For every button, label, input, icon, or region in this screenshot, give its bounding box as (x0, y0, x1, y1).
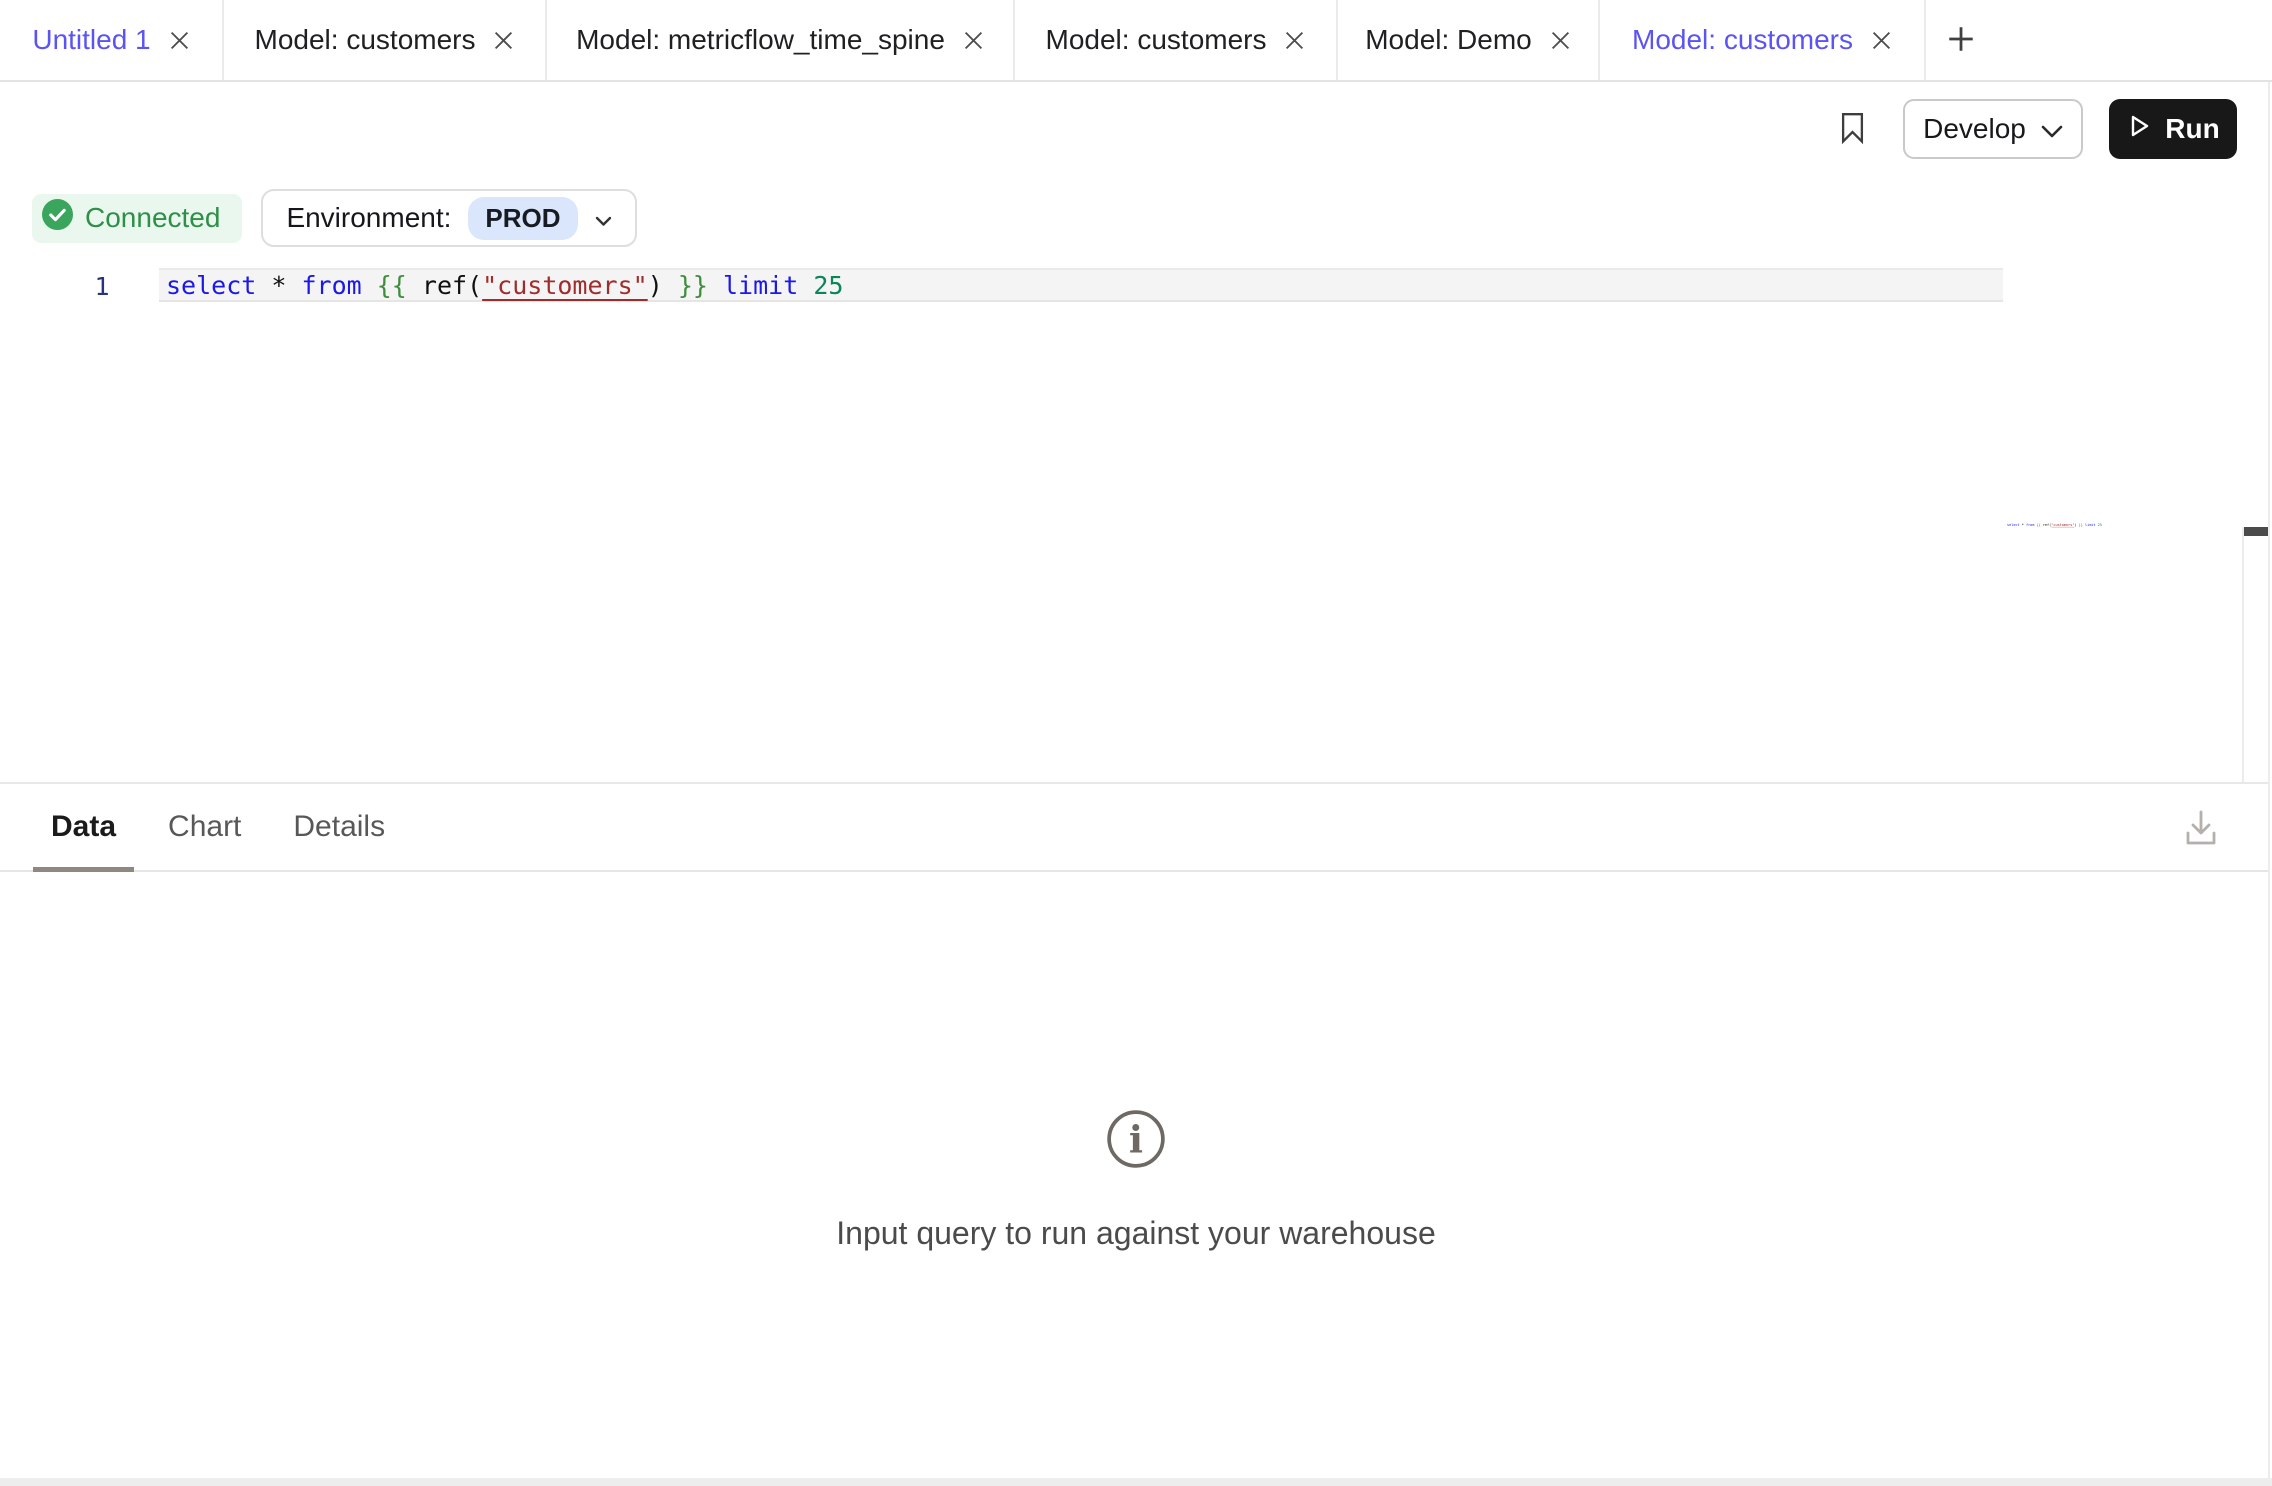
connection-status-badge: Connected (32, 194, 242, 243)
editor-toolbar: Develop Run (0, 84, 2272, 174)
code-token: ) (648, 271, 678, 300)
empty-state: i Input query to run against your wareho… (0, 1108, 2272, 1252)
chevron-down-icon (595, 202, 612, 234)
environment-selector[interactable]: Environment: PROD (261, 189, 636, 247)
chevron-down-icon (2041, 113, 2063, 145)
code-token: ref( (407, 271, 482, 300)
close-tab-icon[interactable] (1284, 30, 1305, 51)
download-results-button[interactable] (2182, 806, 2220, 851)
tab-label: Model: metricflow_time_spine (576, 24, 945, 56)
code-token: limit (723, 271, 798, 300)
close-tab-icon[interactable] (493, 30, 514, 51)
develop-button-label: Develop (1923, 113, 2026, 145)
status-row: Connected Environment: PROD (32, 189, 637, 247)
new-tab-button[interactable] (1926, 0, 1996, 80)
code-token: from (301, 271, 361, 300)
close-tab-icon[interactable] (1550, 30, 1571, 51)
code-token (798, 271, 813, 300)
line-number: 1 (84, 272, 120, 301)
tab-chart[interactable]: Chart (150, 784, 259, 870)
environment-value-pill: PROD (468, 197, 577, 240)
connection-status-label: Connected (85, 202, 220, 234)
download-icon (2182, 836, 2220, 851)
tab-model-customers-1[interactable]: Model: customers (224, 0, 547, 80)
run-button-label: Run (2165, 113, 2219, 145)
results-tab-label: Data (51, 810, 116, 844)
results-tab-bar: Data Chart Details (0, 784, 2272, 872)
results-tab-label: Details (293, 810, 385, 844)
info-circle-icon: i (1105, 1108, 1167, 1175)
code-token (362, 271, 377, 300)
bottom-divider (0, 1478, 2272, 1486)
tab-model-customers-2[interactable]: Model: customers (1015, 0, 1338, 80)
code-token: * (256, 271, 301, 300)
tab-label: Untitled 1 (32, 24, 150, 56)
develop-button[interactable]: Develop (1903, 99, 2083, 159)
scrollbar-thumb[interactable] (2244, 527, 2269, 536)
close-tab-icon[interactable] (963, 30, 984, 51)
tab-label: Model: customers (255, 24, 476, 56)
check-circle-icon (42, 199, 73, 237)
tab-bar: Untitled 1 Model: customers Model: metri… (0, 0, 2272, 82)
close-tab-icon[interactable] (169, 30, 190, 51)
bookmark-icon (1840, 111, 1865, 148)
tab-details[interactable]: Details (275, 784, 403, 870)
tab-data[interactable]: Data (33, 784, 134, 870)
play-icon (2126, 112, 2152, 147)
plus-icon (1945, 23, 1977, 58)
tab-model-demo[interactable]: Model: Demo (1338, 0, 1600, 80)
results-tab-label: Chart (168, 810, 241, 844)
code-token (708, 271, 723, 300)
tab-label: Model: customers (1632, 24, 1853, 56)
environment-label: Environment: (286, 202, 451, 234)
code-line[interactable]: select * from {{ ref("customers") }} lim… (166, 272, 843, 300)
close-tab-icon[interactable] (1871, 30, 1892, 51)
dbt-ide-window: Untitled 1 Model: customers Model: metri… (0, 0, 2272, 1486)
results-panel: Data Chart Details i Input query to run … (0, 782, 2272, 1478)
run-button[interactable]: Run (2109, 99, 2237, 159)
sql-code-editor[interactable]: 1 select * from {{ ref("customers") }} l… (0, 256, 2272, 782)
code-token: {{ (377, 271, 407, 300)
tab-model-customers-3[interactable]: Model: customers (1600, 0, 1926, 80)
tab-label: Model: customers (1046, 24, 1267, 56)
minimap-code-line: select * from {{ ref("customers") }} lim… (2007, 523, 2039, 527)
code-token: 25 (813, 271, 843, 300)
tab-label: Model: Demo (1365, 24, 1532, 56)
code-token: }} (678, 271, 708, 300)
editor-minimap[interactable]: select * from {{ ref("customers") }} lim… (2007, 523, 2232, 553)
empty-state-message: Input query to run against your warehous… (836, 1215, 1435, 1252)
code-token: select (166, 271, 256, 300)
tab-untitled-1[interactable]: Untitled 1 (0, 0, 224, 80)
window-scrollbar-gutter[interactable] (2268, 82, 2272, 1478)
tab-model-metricflow-time-spine[interactable]: Model: metricflow_time_spine (547, 0, 1015, 80)
bookmark-button[interactable] (1840, 111, 1865, 148)
svg-text:i: i (1129, 1117, 1143, 1161)
ref-link[interactable]: "customers" (482, 271, 648, 300)
